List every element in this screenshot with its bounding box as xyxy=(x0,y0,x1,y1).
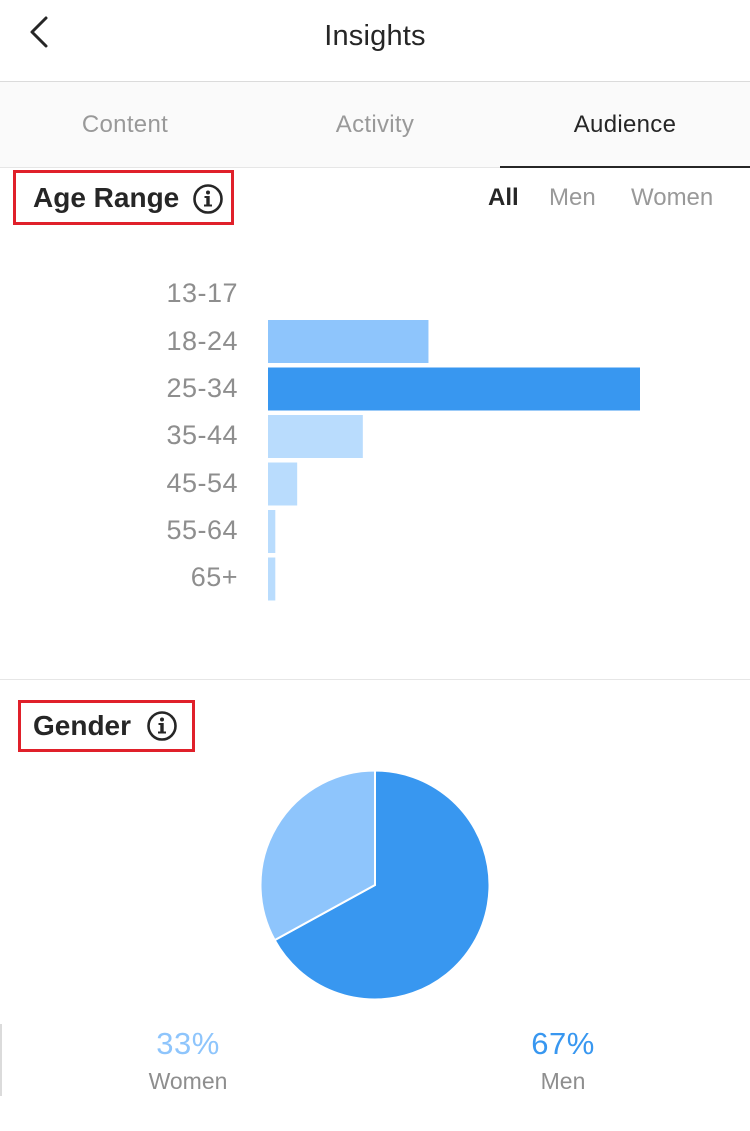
age-bar-45-54 xyxy=(268,462,298,506)
age-bar-65-plus xyxy=(268,557,276,601)
filter-men[interactable]: Men xyxy=(549,184,596,212)
age-bars-svg xyxy=(268,320,640,601)
women-label: Women xyxy=(148,1068,228,1094)
men-label: Men xyxy=(540,1068,586,1094)
women-stat: 33% Women xyxy=(88,1026,288,1095)
top-nav-bar: Insights xyxy=(0,0,750,82)
age-range-bar-chart: 13-17 18-24 25-34 35-44 45-54 55-64 65+ xyxy=(0,260,750,620)
age-range-info-icon[interactable] xyxy=(192,183,224,215)
gender-pie-chart xyxy=(257,767,493,1003)
age-range-title: Age Range xyxy=(33,182,180,213)
section-divider xyxy=(0,679,750,680)
men-stat: 67% Men xyxy=(463,1026,663,1095)
filter-women[interactable]: Women xyxy=(631,184,713,212)
age-bar-55-64 xyxy=(268,510,276,553)
tab-activity[interactable]: Activity xyxy=(250,82,500,168)
gender-info-icon[interactable] xyxy=(146,710,178,742)
age-bar-35-44 xyxy=(268,415,363,458)
left-edge-line xyxy=(0,1024,2,1096)
filter-all[interactable]: All xyxy=(488,184,519,212)
tab-audience[interactable]: Audience xyxy=(500,82,750,168)
men-percent: 67% xyxy=(531,1026,595,1061)
insights-tabs: Content Activity Audience xyxy=(0,82,750,168)
women-percent: 33% xyxy=(156,1026,220,1061)
gender-title: Gender xyxy=(33,710,132,741)
tab-content[interactable]: Content xyxy=(0,82,250,168)
page-title: Insights xyxy=(324,20,426,52)
age-bar-25-34 xyxy=(268,367,640,411)
age-bar-18-24 xyxy=(268,320,429,363)
